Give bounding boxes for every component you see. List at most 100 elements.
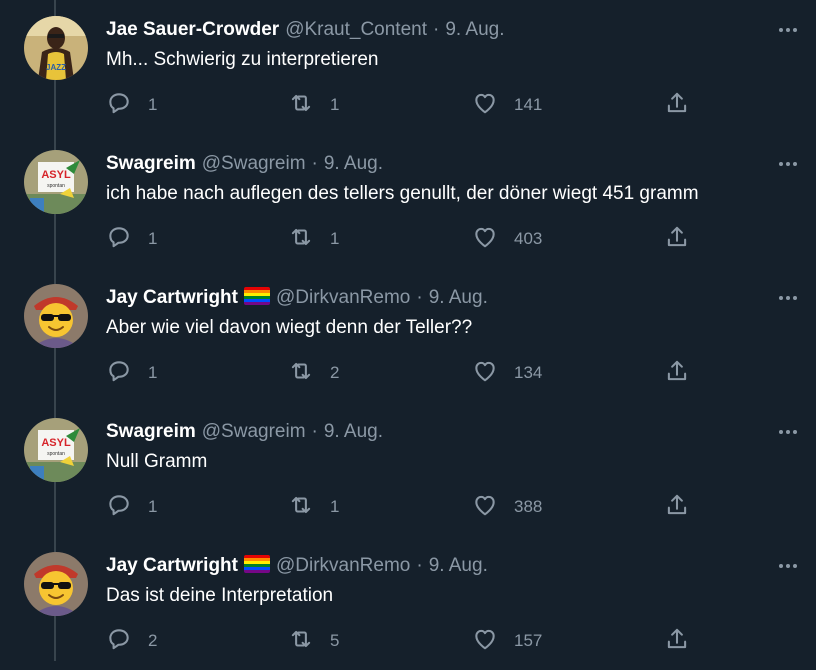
heart-icon	[472, 358, 498, 389]
retweet-button[interactable]: 1	[288, 91, 339, 119]
tweet-text: Das ist deine Interpretation	[106, 585, 334, 606]
retweet-icon	[288, 90, 314, 121]
reply-icon	[106, 492, 132, 523]
tweet-header: Jay Cartwright @DirkvanRemo · 9. Aug.	[106, 285, 756, 311]
tweet-actions: 1 1 403	[106, 225, 696, 253]
tweet-actions: 1 1 141	[106, 91, 696, 119]
retweet-icon	[288, 492, 314, 523]
heart-icon	[472, 492, 498, 523]
like-button[interactable]: 403	[472, 225, 542, 253]
tweet-actions: 2 5 157	[106, 627, 696, 655]
retweet-button[interactable]: 5	[288, 627, 339, 655]
share-icon	[664, 224, 690, 255]
reply-button[interactable]: 1	[106, 359, 157, 387]
share-button[interactable]	[664, 225, 690, 253]
separator: ·	[311, 421, 318, 442]
tweet[interactable]: JAZZ Jae Sauer-Crowder @Kraut_Content · 9. …	[0, 0, 816, 134]
timestamp[interactable]: 9. Aug.	[324, 421, 383, 442]
display-name[interactable]: Swagreim	[106, 421, 196, 442]
retweet-count: 1	[330, 95, 340, 114]
timestamp[interactable]: 9. Aug.	[445, 19, 504, 40]
timestamp[interactable]: 9. Aug.	[429, 555, 488, 576]
avatar-sign-text: ASYL	[41, 437, 71, 449]
share-button[interactable]	[664, 91, 690, 119]
avatar[interactable]: ASYL spontan	[24, 418, 88, 482]
svg-text:spontan: spontan	[47, 183, 65, 189]
rainbow-flag-icon	[243, 287, 270, 305]
svg-text:spontan: spontan	[47, 451, 65, 457]
like-count: 141	[514, 95, 543, 114]
display-name[interactable]: Jay Cartwright	[106, 287, 238, 308]
username[interactable]: @Swagreim	[202, 153, 306, 174]
share-icon	[664, 358, 690, 389]
more-icon[interactable]	[776, 554, 800, 578]
like-button[interactable]: 157	[472, 627, 542, 655]
share-icon	[664, 492, 690, 523]
like-count: 134	[514, 363, 543, 382]
reply-button[interactable]: 1	[106, 91, 157, 119]
display-name[interactable]: Swagreim	[106, 153, 196, 174]
username[interactable]: @Swagreim	[202, 421, 306, 442]
avatar[interactable]: ASYL spontan	[24, 150, 88, 214]
tweet-header: Jae Sauer-Crowder @Kraut_Content · 9. Aug.	[106, 17, 756, 43]
reply-count: 1	[148, 229, 158, 248]
avatar[interactable]	[24, 552, 88, 616]
reply-icon	[106, 626, 132, 657]
tweet-text: Null Gramm	[106, 451, 208, 472]
reply-button[interactable]: 1	[106, 493, 157, 521]
like-button[interactable]: 134	[472, 359, 542, 387]
more-icon[interactable]	[776, 286, 800, 310]
like-count: 157	[514, 631, 543, 650]
heart-icon	[472, 626, 498, 657]
retweet-button[interactable]: 1	[288, 225, 339, 253]
timestamp[interactable]: 9. Aug.	[324, 153, 383, 174]
tweet[interactable]: ASYL spontan Swagreim @Swagreim · 9. Aug. ic…	[0, 134, 816, 268]
more-icon[interactable]	[776, 18, 800, 42]
like-button[interactable]: 388	[472, 493, 542, 521]
tweet[interactable]: Jay Cartwright @DirkvanRemo · 9. Aug. Das i…	[0, 536, 816, 670]
retweet-button[interactable]: 2	[288, 359, 339, 387]
reply-icon	[106, 358, 132, 389]
tweet-header: Jay Cartwright @DirkvanRemo · 9. Aug.	[106, 553, 756, 579]
retweet-count: 2	[330, 363, 340, 382]
timestamp[interactable]: 9. Aug.	[429, 287, 488, 308]
like-button[interactable]: 141	[472, 91, 542, 119]
share-button[interactable]	[664, 627, 690, 655]
more-icon[interactable]	[776, 152, 800, 176]
share-icon	[664, 90, 690, 121]
avatar[interactable]: JAZZ	[24, 16, 88, 80]
tweet[interactable]: ASYL spontan Swagreim @Swagreim · 9. Aug. Nu…	[0, 402, 816, 536]
more-icon[interactable]	[776, 420, 800, 444]
tweet-text: ich habe nach auflegen des tellers genul…	[106, 183, 699, 204]
rainbow-flag-icon	[243, 555, 270, 573]
reply-button[interactable]: 2	[106, 627, 157, 655]
tweet-actions: 1 1 388	[106, 493, 696, 521]
username[interactable]: @DirkvanRemo	[276, 555, 410, 576]
tweet-text: Mh... Schwierig zu interpretieren	[106, 49, 379, 70]
display-name[interactable]: Jae Sauer-Crowder	[106, 19, 279, 40]
separator: ·	[433, 19, 440, 40]
reply-count: 2	[148, 631, 158, 650]
reply-count: 1	[148, 95, 158, 114]
avatar[interactable]	[24, 284, 88, 348]
reply-count: 1	[148, 363, 158, 382]
tweet-header: Swagreim @Swagreim · 9. Aug.	[106, 419, 756, 445]
svg-text:JAZZ: JAZZ	[46, 63, 66, 72]
retweet-button[interactable]: 1	[288, 493, 339, 521]
heart-icon	[472, 90, 498, 121]
separator: ·	[416, 287, 423, 308]
tweet-header: Swagreim @Swagreim · 9. Aug.	[106, 151, 756, 177]
share-button[interactable]	[664, 359, 690, 387]
username[interactable]: @DirkvanRemo	[276, 287, 410, 308]
tweet[interactable]: Jay Cartwright @DirkvanRemo · 9. Aug. Aber …	[0, 268, 816, 402]
reply-button[interactable]: 1	[106, 225, 157, 253]
reply-icon	[106, 224, 132, 255]
share-button[interactable]	[664, 493, 690, 521]
tweet-text: Aber wie viel davon wiegt denn der Telle…	[106, 317, 473, 338]
like-count: 403	[514, 229, 543, 248]
username[interactable]: @Kraut_Content	[285, 19, 427, 40]
display-name[interactable]: Jay Cartwright	[106, 555, 238, 576]
retweet-icon	[288, 358, 314, 389]
separator: ·	[311, 153, 318, 174]
reply-count: 1	[148, 497, 158, 516]
